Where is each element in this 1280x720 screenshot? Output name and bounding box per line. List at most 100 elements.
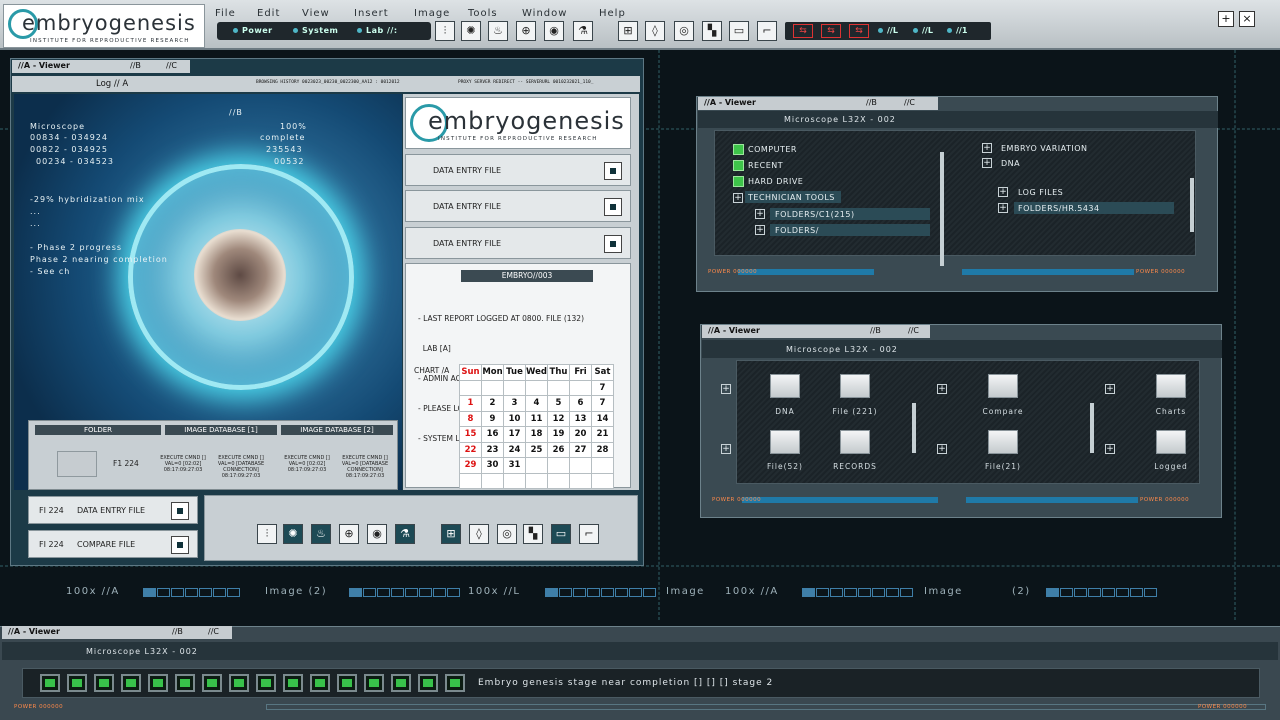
flame-icon[interactable]: ♨ [311, 524, 331, 544]
expand-icon[interactable]: + [1105, 384, 1115, 394]
tab-viewer-a[interactable]: //A - Viewer [8, 627, 60, 636]
tree-item-log-files[interactable]: LOG FILES [1018, 188, 1063, 197]
open-button[interactable] [604, 162, 622, 180]
green-check-icon[interactable] [733, 160, 744, 171]
close-icon[interactable]: × [1239, 11, 1255, 27]
folder-icon[interactable] [840, 430, 870, 454]
cal-day[interactable] [503, 379, 526, 396]
menu-help[interactable]: Help [599, 8, 626, 19]
cal-day[interactable]: 14 [591, 410, 614, 427]
expand-icon[interactable]: + [721, 384, 731, 394]
window-icon[interactable]: ▭ [551, 524, 571, 544]
tab-viewer-a[interactable]: //A - Viewer [18, 61, 70, 70]
expand-icon[interactable]: + [721, 444, 731, 454]
cal-day[interactable]: 24 [503, 441, 526, 458]
layout-icon[interactable]: ▚ [702, 21, 722, 41]
tab-c[interactable]: //C [208, 627, 219, 636]
cal-day[interactable]: 3 [503, 395, 526, 412]
cal-day[interactable] [525, 457, 548, 474]
flask-icon[interactable]: ⚗ [573, 21, 593, 41]
tab-c[interactable]: //C [904, 98, 915, 107]
expand-icon[interactable]: + [982, 158, 992, 168]
cal-day[interactable] [481, 379, 504, 396]
channel-label[interactable]: //L [913, 26, 933, 35]
folder-label-compare[interactable]: Compare [963, 407, 1043, 416]
red-arrow-icon[interactable]: ⇆ [793, 24, 813, 38]
cal-day[interactable]: 9 [481, 410, 504, 427]
sun-icon[interactable]: ✺ [283, 524, 303, 544]
green-check-icon[interactable] [733, 144, 744, 155]
cal-day[interactable] [569, 379, 592, 396]
cal-day[interactable]: 18 [525, 426, 548, 443]
red-arrow-icon[interactable]: ⇆ [849, 24, 869, 38]
cal-day[interactable]: 30 [481, 457, 504, 474]
folder-icon[interactable] [988, 430, 1018, 454]
cal-day[interactable]: 12 [547, 410, 570, 427]
expand-icon[interactable]: + [755, 225, 765, 235]
tab-b[interactable]: //B [172, 627, 183, 636]
network-icon[interactable]: ⊞ [618, 21, 638, 41]
green-check-icon[interactable] [733, 176, 744, 187]
cal-day[interactable]: 1 [459, 395, 482, 412]
menu-edit[interactable]: Edit [257, 8, 280, 19]
flame-icon[interactable]: ♨ [488, 21, 508, 41]
cal-day[interactable]: 7 [591, 395, 614, 412]
calibrate-icon[interactable]: ⫶ [257, 524, 277, 544]
menu-image[interactable]: Image [414, 8, 450, 19]
folder-label-file221[interactable]: File (221) [815, 407, 895, 416]
cal-day[interactable]: 8 [459, 410, 482, 427]
tab-c[interactable]: //C [166, 61, 177, 70]
signal-icon[interactable]: ◎ [674, 21, 694, 41]
open-button[interactable] [171, 502, 189, 520]
expand-icon[interactable]: + [733, 193, 743, 203]
channel-label[interactable]: //L [878, 26, 898, 35]
expand-icon[interactable]: + [982, 143, 992, 153]
tree-item-embryo-variation[interactable]: EMBRYO VARIATION [1001, 144, 1088, 153]
cal-day[interactable] [503, 472, 526, 489]
folder-label-file52[interactable]: File(52) [745, 462, 825, 471]
open-button[interactable] [171, 536, 189, 554]
camera-icon[interactable]: ◉ [544, 21, 564, 41]
flask-icon[interactable]: ⚗ [395, 524, 415, 544]
cal-day[interactable]: 31 [503, 457, 526, 474]
cal-day[interactable] [547, 379, 570, 396]
cal-day[interactable]: 22 [459, 441, 482, 458]
scrollbar[interactable] [1190, 178, 1194, 232]
folder-icon[interactable] [1156, 430, 1186, 454]
menu-window[interactable]: Window [522, 8, 567, 19]
folder-label-charts[interactable]: Charts [1131, 407, 1211, 416]
open-button[interactable] [604, 198, 622, 216]
folder-icon[interactable] [770, 430, 800, 454]
tree-item-computer[interactable]: COMPUTER [748, 145, 797, 154]
data-entry-file[interactable]: DATA ENTRY FILE [405, 227, 631, 259]
sun-icon[interactable]: ✺ [461, 21, 481, 41]
tree-item-folders-hr[interactable]: FOLDERS/HR.5434 [1018, 204, 1100, 213]
expand-icon[interactable]: + [937, 384, 947, 394]
cal-day[interactable] [481, 472, 504, 489]
ruler-icon[interactable]: ⌐ [579, 524, 599, 544]
folder-icon[interactable] [1156, 374, 1186, 398]
scrollbar[interactable] [1090, 403, 1094, 453]
tab-viewer-a[interactable]: //A - Viewer [704, 98, 756, 107]
folder-icon[interactable] [840, 374, 870, 398]
tree-item-technician-tools[interactable]: TECHNICIAN TOOLS [748, 193, 835, 202]
mode-lab[interactable]: Lab //: [357, 26, 398, 35]
tab-b[interactable]: //B [866, 98, 877, 107]
fi-compare-row[interactable]: FI 224 COMPARE FILE [28, 530, 198, 558]
expand-icon[interactable]: + [998, 203, 1008, 213]
cal-day[interactable]: 25 [525, 441, 548, 458]
tree-item-recent[interactable]: RECENT [748, 161, 783, 170]
cal-day[interactable] [547, 472, 570, 489]
tree-item-hard-drive[interactable]: HARD DRIVE [748, 177, 803, 186]
folder-label-logged[interactable]: Logged [1131, 462, 1211, 471]
cal-day[interactable]: 23 [481, 441, 504, 458]
cal-day[interactable]: 5 [547, 395, 570, 412]
folder-icon[interactable] [988, 374, 1018, 398]
red-arrow-icon[interactable]: ⇆ [821, 24, 841, 38]
cal-day[interactable]: 11 [525, 410, 548, 427]
mode-system[interactable]: System [293, 26, 338, 35]
cal-day[interactable]: 26 [547, 441, 570, 458]
target-icon[interactable]: ⊕ [339, 524, 359, 544]
expand-icon[interactable]: + [937, 444, 947, 454]
cal-day[interactable]: 13 [569, 410, 592, 427]
